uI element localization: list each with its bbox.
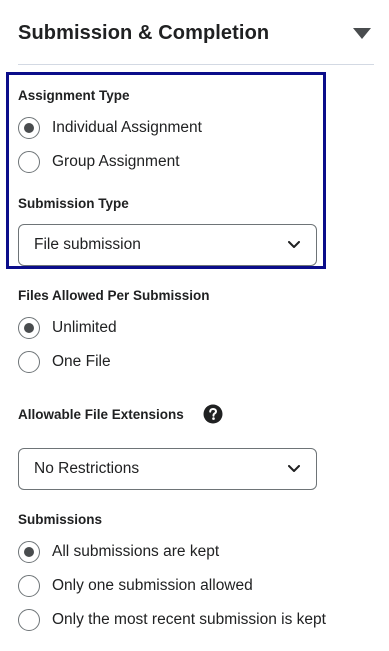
radio-button-checked[interactable] bbox=[18, 317, 40, 339]
assignment-type-label: Assignment Type bbox=[18, 88, 130, 103]
chevron-down-icon bbox=[288, 465, 300, 472]
radio-only-one-submission[interactable]: Only one submission allowed bbox=[18, 574, 253, 598]
radio-most-recent-submission[interactable]: Only the most recent submission is kept bbox=[18, 608, 326, 632]
radio-all-submissions-kept[interactable]: All submissions are kept bbox=[18, 540, 219, 564]
radio-unlimited[interactable]: Unlimited bbox=[18, 316, 117, 340]
question-circle-icon[interactable] bbox=[203, 404, 223, 424]
radio-label: Individual Assignment bbox=[52, 119, 202, 136]
select-value: No Restrictions bbox=[34, 460, 140, 477]
collapse-triangle-icon[interactable] bbox=[353, 28, 371, 40]
radio-button[interactable] bbox=[18, 575, 40, 597]
files-allowed-label: Files Allowed Per Submission bbox=[18, 288, 210, 303]
radio-one-file[interactable]: One File bbox=[18, 350, 111, 374]
select-value: File submission bbox=[34, 236, 141, 253]
radio-label: All submissions are kept bbox=[52, 543, 220, 560]
file-extensions-label: Allowable File Extensions bbox=[18, 407, 184, 422]
submission-completion-panel: Submission & Completion Assignment Type … bbox=[0, 0, 389, 651]
radio-label: Only one submission allowed bbox=[52, 577, 253, 594]
radio-button[interactable] bbox=[18, 609, 40, 631]
radio-individual-assignment[interactable]: Individual Assignment bbox=[18, 116, 202, 140]
radio-label: Unlimited bbox=[52, 319, 117, 336]
radio-button[interactable] bbox=[18, 351, 40, 373]
submission-type-label: Submission Type bbox=[18, 196, 129, 211]
radio-group-assignment[interactable]: Group Assignment bbox=[18, 150, 180, 174]
radio-button-checked[interactable] bbox=[18, 541, 40, 563]
radio-label: Only the most recent submission is kept bbox=[52, 611, 326, 628]
chevron-down-icon bbox=[288, 241, 300, 248]
radio-label: One File bbox=[52, 353, 111, 370]
radio-button-checked[interactable] bbox=[18, 117, 40, 139]
section-title: Submission & Completion bbox=[18, 22, 270, 44]
file-extensions-select[interactable]: No Restrictions bbox=[18, 448, 317, 490]
submissions-label: Submissions bbox=[18, 512, 103, 527]
radio-button[interactable] bbox=[18, 151, 40, 173]
radio-label: Group Assignment bbox=[52, 153, 180, 170]
submission-type-select[interactable]: File submission bbox=[18, 224, 317, 266]
section-header[interactable]: Submission & Completion bbox=[18, 18, 374, 65]
